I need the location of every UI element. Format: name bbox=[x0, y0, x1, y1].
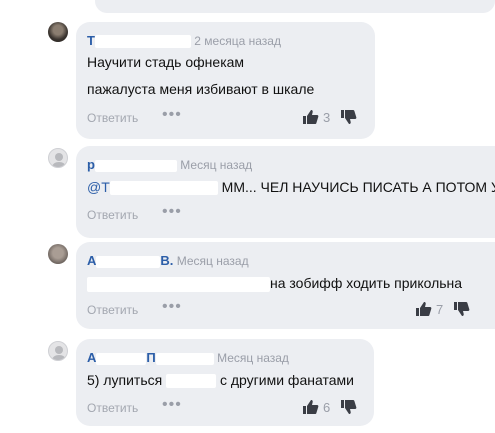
avatar[interactable] bbox=[48, 22, 68, 42]
more-dots-icon[interactable]: ••• bbox=[162, 298, 182, 316]
comment-text-body: на зобифф ходить прикольна bbox=[270, 275, 463, 291]
like-count: 7 bbox=[436, 301, 444, 317]
thumbs-up-icon[interactable] bbox=[302, 109, 319, 125]
thumbs-up-icon[interactable] bbox=[302, 399, 319, 415]
reply-button[interactable]: Ответить bbox=[87, 111, 138, 125]
mention[interactable]: @Т bbox=[87, 179, 110, 195]
comment-meta: Т 2 месяца назад bbox=[87, 33, 281, 49]
vote-controls: 7 bbox=[415, 301, 470, 317]
comment-meta: р Месяц назад bbox=[87, 157, 252, 172]
reply-button[interactable]: Ответить bbox=[87, 303, 138, 317]
like-count: 6 bbox=[323, 399, 331, 415]
comment-text: на зобифф ходить прикольна bbox=[87, 275, 462, 292]
author-name[interactable]: Т bbox=[87, 33, 95, 48]
thumbs-down-icon[interactable] bbox=[340, 109, 357, 125]
redacted-mention bbox=[109, 181, 218, 196]
comment-text-body: ММ... ЧЕЛ НАУЧИСЬ ПИСАТЬ А ПОТОМ У bbox=[221, 179, 495, 195]
comment-time[interactable]: Месяц назад bbox=[217, 351, 289, 365]
comment-text: 5) лупиться с другими фанатами bbox=[87, 372, 354, 389]
redacted-text bbox=[166, 374, 217, 389]
author-name[interactable]: р bbox=[87, 157, 95, 172]
avatar[interactable] bbox=[48, 244, 68, 264]
redacted-name bbox=[96, 255, 161, 268]
reply-button[interactable]: Ответить bbox=[87, 401, 138, 415]
comment-bubble: р Месяц назад @Т ММ... ЧЕЛ НАУЧИСЬ ПИСАТ… bbox=[76, 146, 495, 238]
avatar[interactable] bbox=[48, 148, 68, 168]
comment-text-after: с другими фанатами bbox=[219, 372, 354, 388]
comment-meta: А В. Месяц назад bbox=[87, 253, 249, 268]
redacted-name-2 bbox=[155, 352, 214, 365]
thumbs-down-icon[interactable] bbox=[340, 399, 357, 415]
redacted-name bbox=[96, 352, 147, 365]
author-name[interactable]: АП bbox=[87, 350, 156, 365]
reply-button[interactable]: Ответить bbox=[87, 208, 138, 222]
redacted-name bbox=[94, 35, 191, 49]
avatar[interactable] bbox=[48, 341, 68, 361]
comment-bubble: Т 2 месяца назад Научити стадь офнекам п… bbox=[76, 22, 375, 139]
more-dots-icon[interactable]: ••• bbox=[162, 396, 182, 414]
comment-time[interactable]: Месяц назад bbox=[180, 158, 252, 172]
more-dots-icon[interactable]: ••• bbox=[162, 106, 182, 124]
thumbs-up-icon[interactable] bbox=[415, 301, 432, 317]
like-count: 3 bbox=[323, 109, 331, 125]
comment-time[interactable]: Месяц назад bbox=[177, 254, 249, 268]
comment-text-before: 5) лупиться bbox=[87, 372, 163, 388]
redacted-text bbox=[87, 276, 270, 292]
comment-meta: АП Месяц назад bbox=[87, 350, 289, 365]
vote-controls: 6 bbox=[302, 399, 357, 415]
previous-comment-card bbox=[95, 0, 495, 13]
redacted-name bbox=[94, 159, 177, 172]
vote-controls: 3 bbox=[302, 109, 357, 125]
comment-bubble: АП Месяц назад 5) лупиться с другими фан… bbox=[76, 339, 374, 426]
comment-bubble: А В. Месяц назад на зобифф ходить приколь… bbox=[76, 242, 495, 329]
more-dots-icon[interactable]: ••• bbox=[162, 203, 182, 221]
comment-text-line-1: Научити стадь офнекам bbox=[87, 54, 245, 70]
comment-time[interactable]: 2 месяца назад bbox=[194, 34, 281, 48]
author-name[interactable]: А В. bbox=[87, 253, 173, 268]
thumbs-down-icon[interactable] bbox=[453, 301, 470, 317]
comment-text-line-2: пажалуста меня избивают в шкале bbox=[87, 81, 315, 97]
comment-text: @Т ММ... ЧЕЛ НАУЧИСЬ ПИСАТЬ А ПОТОМ У bbox=[87, 179, 495, 196]
